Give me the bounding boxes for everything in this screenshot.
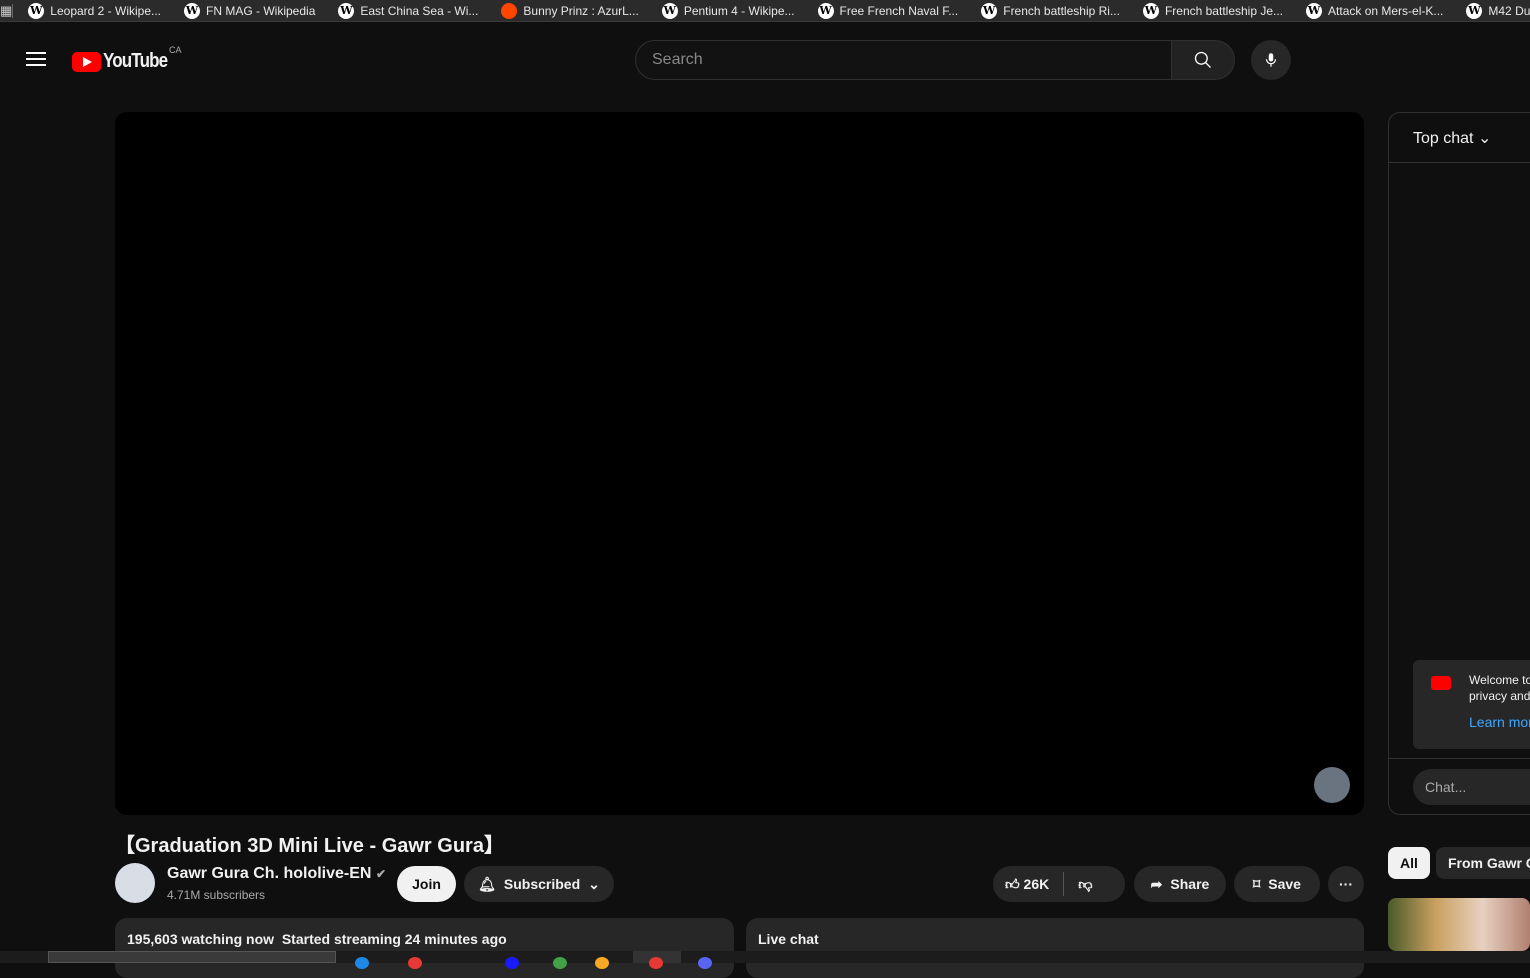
app-icon[interactable] [505, 957, 519, 969]
wikipedia-icon: W [28, 2, 45, 19]
share-button[interactable]: ➦ Share [1134, 866, 1226, 902]
discord-icon[interactable] [698, 957, 712, 969]
wikipedia-icon: W [1306, 2, 1323, 19]
wikipedia-icon: W [184, 2, 201, 19]
wikipedia-icon: W [1142, 2, 1159, 19]
bookmark-item[interactable]: W Leopard 2 - Wikipe... [13, 2, 169, 19]
masthead: YouTube CA Search [0, 32, 1530, 88]
app-icon[interactable] [355, 957, 369, 969]
search-button[interactable] [1171, 40, 1235, 80]
chat-input[interactable]: Chat... [1413, 769, 1530, 805]
chevron-down-icon: ⌄ [588, 875, 600, 892]
chat-welcome-notice: Welcome to privacy and Learn mor [1413, 660, 1530, 749]
wikipedia-icon: W [661, 2, 678, 19]
video-title: 【Graduation 3D Mini Live - Gawr Gura】 [115, 835, 504, 857]
bookmark-item[interactable]: W Pentium 4 - Wikipe... [647, 2, 803, 19]
bookmarks-bar: ▦ W Leopard 2 - Wikipe... W FN MAG - Wikipe… [0, 0, 1530, 22]
app-icon[interactable] [553, 957, 567, 969]
chrome-icon[interactable] [649, 957, 663, 969]
channel-name[interactable]: Gawr Gura Ch. hololive-EN ✔ [167, 865, 386, 883]
taskbar-search[interactable] [48, 951, 336, 963]
share-icon: ➦ [1150, 875, 1163, 892]
save-button[interactable]: ⌑ Save [1234, 866, 1320, 902]
description-box[interactable]: 195,603 watching now Started streaming 2… [115, 918, 734, 978]
wikipedia-icon: W [981, 2, 998, 19]
youtube-logo[interactable]: YouTube CA [72, 45, 182, 73]
bookmark-item[interactable]: W Attack on Mers-el-K... [1291, 2, 1451, 19]
channel-avatar[interactable] [115, 863, 155, 903]
bookmark-item[interactable]: WM42 Duster [1451, 2, 1530, 19]
reddit-icon [501, 2, 518, 19]
menu-icon[interactable] [26, 52, 46, 70]
divider [1063, 872, 1065, 896]
play-logo-icon [72, 51, 101, 72]
chip-from-channel[interactable]: From Gawr G [1436, 847, 1530, 879]
taskbar [0, 951, 1530, 969]
join-button[interactable]: Join [397, 866, 456, 902]
chevron-down-icon: ⌄ [1477, 130, 1492, 147]
like-button[interactable]: 👍︎ 26K [1005, 876, 1049, 893]
live-chat-replay[interactable]: Live chat [746, 918, 1364, 978]
wikipedia-icon: W [338, 2, 355, 19]
channel-watermark[interactable] [1314, 767, 1350, 803]
divider [1389, 758, 1530, 759]
bookmark-item[interactable]: W French battleship Ri... [966, 2, 1128, 19]
bookmark-item[interactable]: W East China Sea - Wi... [323, 2, 486, 19]
subscriber-count: 4.71M subscribers [167, 888, 266, 902]
youtube-icon [1431, 676, 1451, 690]
wikipedia-icon: W [817, 2, 834, 19]
apps-icon[interactable]: ▦ [0, 3, 14, 18]
region-code: CA [169, 45, 182, 55]
bookmark-item[interactable]: W Free French Naval F... [803, 2, 967, 19]
like-dislike-group: 👍︎ 26K 👎︎ [993, 866, 1125, 902]
bookmark-item[interactable]: W French battleship Je... [1128, 2, 1291, 19]
bell-icon: 🔔︎ [478, 875, 496, 892]
wikipedia-icon: W [1466, 2, 1483, 19]
chip-all[interactable]: All [1388, 847, 1430, 879]
chat-mode-select[interactable]: Top chat ⌄ [1389, 113, 1530, 163]
bookmark-icon: ⌑ [1253, 875, 1261, 892]
dislike-button[interactable]: 👎︎ [1078, 876, 1092, 893]
bookmark-item[interactable]: W FN MAG - Wikipedia [169, 2, 323, 19]
related-video-thumbnail[interactable] [1388, 898, 1530, 951]
learn-more-link[interactable]: Learn mor [1469, 714, 1530, 730]
bookmark-item[interactable]: Bunny Prinz : AzurL... [486, 2, 646, 19]
subscribed-button[interactable]: 🔔︎ Subscribed ⌄ [464, 866, 614, 902]
verified-icon: ✔ [375, 867, 386, 881]
app-icon[interactable] [408, 957, 422, 969]
live-chat-panel: Top chat ⌄ Welcome to privacy and Learn … [1388, 112, 1530, 815]
microphone-icon [1265, 53, 1277, 67]
video-player[interactable] [115, 112, 1364, 815]
more-actions-button[interactable]: ··· [1328, 866, 1364, 902]
app-icon[interactable] [595, 957, 609, 969]
search-input[interactable]: Search [635, 40, 1172, 80]
voice-search-button[interactable] [1251, 40, 1291, 80]
search-icon [1194, 51, 1211, 68]
